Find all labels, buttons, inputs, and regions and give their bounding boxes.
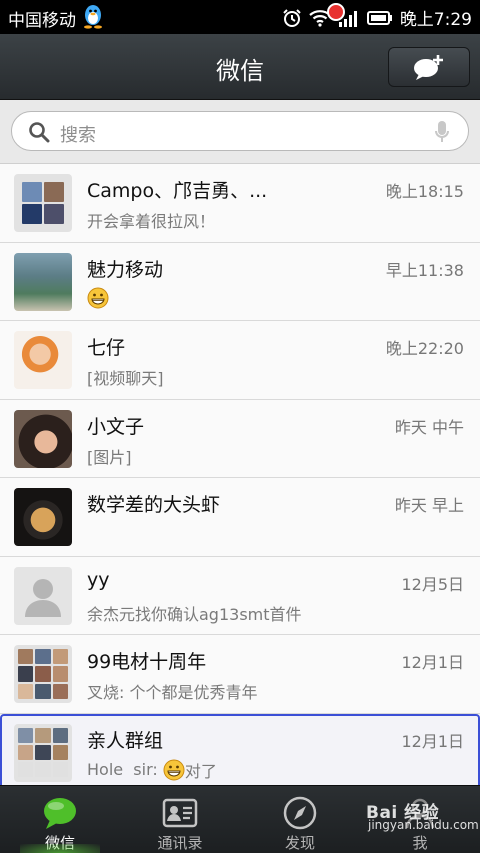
grin-smiley-icon — [163, 759, 185, 780]
tab-label: 我 — [412, 834, 428, 852]
tab-discover[interactable]: 发现 — [240, 786, 360, 853]
search-area: 搜索 — [0, 100, 480, 164]
chat-row[interactable]: 数学差的大头虾 昨天 早上 — [0, 478, 480, 557]
new-chat-button[interactable] — [388, 47, 470, 87]
group-avatar — [14, 174, 72, 232]
alarm-icon — [283, 8, 301, 27]
chat-name: yy — [87, 568, 110, 591]
message-sender: Hole sir: — [87, 760, 163, 779]
group-avatar — [14, 645, 72, 703]
chat-row[interactable]: 99电材十周年 12月1日 叉烧: 个个都是优秀青年 — [0, 635, 480, 714]
default-avatar — [14, 566, 72, 625]
carrier-label: 中国移动 — [8, 11, 76, 31]
chat-time: 昨天 中午 — [394, 417, 464, 437]
group-avatar — [14, 723, 72, 782]
tab-label: 通讯录 — [157, 834, 203, 852]
contact-avatar — [14, 252, 72, 311]
compass-icon — [283, 796, 317, 830]
chat-last-message: 开会拿着很拉风！ — [87, 212, 216, 231]
chat-row-selected[interactable]: 亲人群组 12月1日 Hole sir: 对了 — [0, 713, 480, 792]
new-chat-bubble-plus-icon — [414, 55, 443, 80]
chat-name: 数学差的大头虾 — [87, 494, 221, 516]
chat-row[interactable]: Campo、邝吉勇、... 晚上18:15 开会拿着很拉风！ — [0, 164, 480, 243]
tab-label: 微信 — [44, 834, 75, 852]
message-text: 对了 — [184, 761, 217, 781]
qq-penguin-icon — [84, 5, 102, 29]
contact-avatar — [14, 488, 72, 546]
search-placeholder: 搜索 — [60, 125, 96, 146]
chat-last-message: 余杰元找你确认ag13smt首件 — [87, 604, 302, 624]
clock-label: 晚上7:29 — [399, 10, 472, 30]
chat-last-message — [87, 287, 109, 309]
microphone-icon[interactable] — [434, 120, 450, 144]
chat-time: 12月1日 — [401, 653, 464, 672]
chat-time: 昨天 早上 — [394, 496, 464, 515]
chat-time: 晚上18:15 — [385, 182, 464, 201]
chat-time: 12月1日 — [401, 731, 464, 751]
contact-avatar — [14, 331, 72, 389]
chat-time: 早上11:38 — [385, 260, 464, 280]
status-bar: 中国移动 晚上7:29 — [0, 0, 480, 34]
chat-name: Campo、邝吉勇、... — [87, 180, 268, 202]
chat-bubble-icon — [44, 798, 76, 829]
tab-label: 发现 — [284, 834, 315, 852]
chat-name: 99电材十周年 — [87, 651, 207, 673]
contacts-card-icon — [162, 798, 198, 828]
chat-name: 小文子 — [87, 415, 145, 438]
baidu-watermark-url: jingyan.baidu.com — [368, 818, 479, 832]
chat-row[interactable]: 七仔 晚上22:20 [视频聊天] — [0, 321, 480, 400]
battery-icon — [366, 10, 392, 25]
discover-notification-badge — [327, 3, 345, 21]
title-bar: 微信 — [0, 34, 480, 100]
search-input[interactable]: 搜索 — [11, 111, 469, 151]
person-placeholder-icon — [25, 578, 61, 617]
chat-last-message: [图片] — [87, 447, 132, 467]
chat-list: Campo、邝吉勇、... 晚上18:15 开会拿着很拉风！ 魅力移动 早上11… — [0, 164, 480, 792]
grin-smiley-icon — [87, 287, 109, 308]
chat-time: 晚上22:20 — [385, 339, 464, 358]
search-icon — [29, 122, 50, 143]
chat-row[interactable]: 小文子 昨天 中午 [图片] — [0, 399, 480, 478]
chat-last-message: [视频聊天] — [87, 369, 164, 388]
chat-row[interactable]: 魅力移动 早上11:38 — [0, 242, 480, 321]
chat-last-message: Hole sir: 对了 — [87, 758, 217, 782]
tab-contacts[interactable]: 通讯录 — [120, 786, 240, 853]
tab-chats[interactable]: 微信 — [0, 786, 120, 853]
chat-time: 12月5日 — [401, 574, 464, 594]
contact-avatar — [14, 409, 72, 468]
chat-last-message: 叉烧: 个个都是优秀青年 — [87, 683, 258, 702]
chat-name: 魅力移动 — [87, 258, 164, 281]
chat-name: 七仔 — [87, 337, 126, 359]
chat-row[interactable]: yy 12月5日 余杰元找你确认ag13smt首件 — [0, 556, 480, 635]
chat-name: 亲人群组 — [87, 729, 164, 752]
